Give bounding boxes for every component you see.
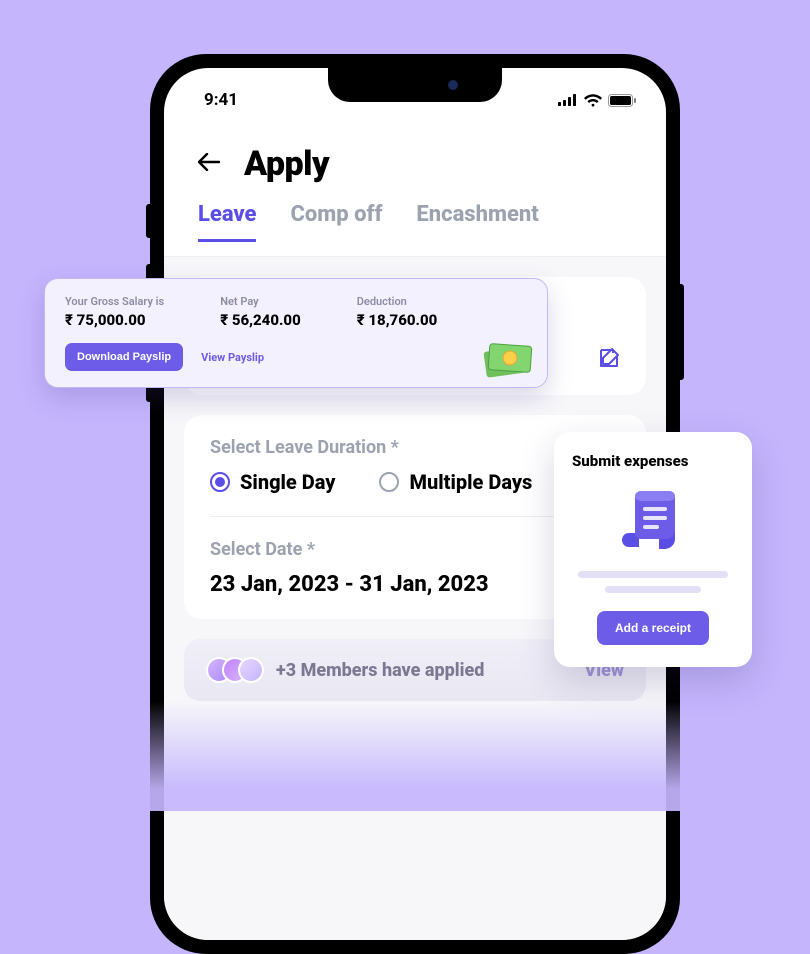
- deduction-value: ₹ 18,760.00: [357, 311, 438, 329]
- edit-icon[interactable]: [598, 347, 620, 373]
- back-arrow-icon[interactable]: [198, 152, 220, 177]
- radio-multiple-days[interactable]: Multiple Days: [379, 470, 532, 494]
- tab-leave[interactable]: Leave: [198, 202, 256, 242]
- view-payslip-link[interactable]: View Payslip: [201, 351, 264, 364]
- radio-icon: [210, 472, 230, 492]
- tab-comp-off[interactable]: Comp off: [290, 202, 382, 242]
- avatar: [238, 657, 264, 683]
- wifi-icon: [584, 94, 602, 107]
- battery-icon: [608, 94, 636, 107]
- phone-side-button: [146, 204, 150, 238]
- status-time: 9:41: [204, 90, 238, 110]
- phone-notch: [328, 68, 502, 102]
- radio-label: Multiple Days: [409, 470, 532, 494]
- receipt-icon: [617, 487, 689, 555]
- add-receipt-button[interactable]: Add a receipt: [597, 611, 709, 645]
- tabs: Leave Comp off Encashment: [164, 202, 666, 257]
- gross-value: ₹ 75,000.00: [65, 311, 164, 329]
- member-avatars: [206, 657, 264, 683]
- gross-salary: Your Gross Salary is ₹ 75,000.00: [65, 295, 164, 329]
- net-value: ₹ 56,240.00: [220, 311, 301, 329]
- radio-label: Single Day: [240, 470, 335, 494]
- skeleton-line: [605, 586, 701, 593]
- deduction-label: Deduction: [357, 295, 438, 308]
- page-header: Apply: [164, 116, 666, 202]
- cash-icon: [479, 335, 535, 379]
- deduction: Deduction ₹ 18,760.00: [357, 295, 438, 329]
- phone-side-button: [680, 284, 684, 380]
- gross-label: Your Gross Salary is: [65, 295, 164, 308]
- radio-single-day[interactable]: Single Day: [210, 470, 335, 494]
- page-title: Apply: [244, 144, 329, 184]
- members-text: +3 Members have applied: [276, 660, 484, 681]
- expenses-card: Submit expenses Add a receipt: [554, 432, 752, 667]
- expenses-title: Submit expenses: [572, 452, 734, 471]
- net-pay: Net Pay ₹ 56,240.00: [220, 295, 301, 329]
- radio-icon: [379, 472, 399, 492]
- tab-encashment[interactable]: Encashment: [416, 202, 538, 242]
- net-label: Net Pay: [220, 295, 301, 308]
- payslip-card: Your Gross Salary is ₹ 75,000.00 Net Pay…: [44, 278, 548, 388]
- signal-icon: [558, 94, 578, 106]
- download-payslip-button[interactable]: Download Payslip: [65, 343, 183, 371]
- skeleton-line: [578, 571, 728, 578]
